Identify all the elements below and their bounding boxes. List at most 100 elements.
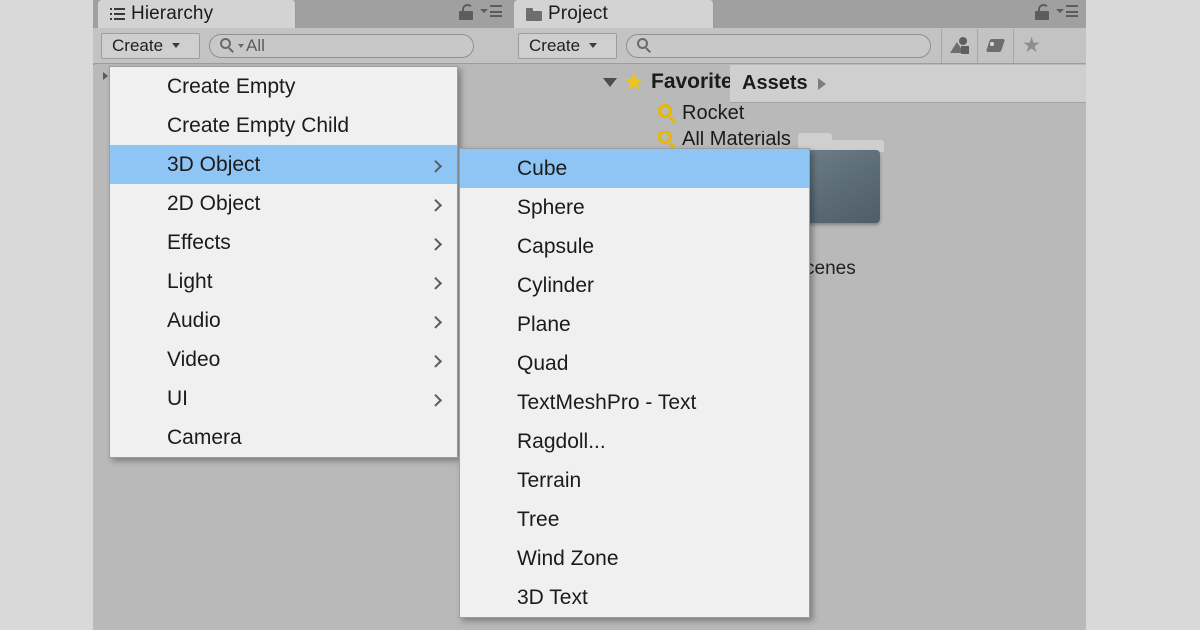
create-context-menu: Create Empty Create Empty Child 3D Objec… [109, 66, 458, 458]
search-magnifier-icon [220, 38, 235, 53]
submenu-item-label: Cube [517, 156, 568, 180]
submenu-item-label: Cylinder [517, 273, 595, 297]
submenu-item-quad[interactable]: Quad [460, 344, 809, 383]
project-search-input[interactable] [626, 33, 931, 58]
submenu-item-plane[interactable]: Plane [460, 305, 809, 344]
project-toolbar: Create ★ [510, 28, 1086, 64]
menu-item-label: Video [167, 347, 221, 371]
submenu-item-label: Capsule [517, 234, 595, 258]
tab-hierarchy-label: Hierarchy [131, 3, 214, 24]
saved-search-icon [658, 104, 677, 124]
submenu-item-sphere[interactable]: Sphere [460, 188, 809, 227]
hierarchy-create-button[interactable]: Create [101, 32, 200, 59]
hierarchy-tabstrip: Hierarchy [93, 0, 510, 28]
star-icon: ★ [622, 67, 646, 96]
hierarchy-search-input[interactable]: All [209, 33, 474, 58]
folder-front [802, 150, 880, 223]
menu-item-create-empty-child[interactable]: Create Empty Child [110, 106, 457, 145]
menu-item-label: 3D Object [167, 152, 261, 176]
menu-item-label: Effects [167, 230, 231, 254]
tab-project-label: Project [548, 3, 608, 24]
project-tree-all-materials-label: All Materials [682, 131, 791, 147]
project-tree-rocket-label: Rocket [682, 102, 745, 124]
dropdown-caret-icon [589, 43, 598, 48]
breadcrumb-item-assets[interactable]: Assets [742, 72, 808, 95]
hierarchy-search-value: All [246, 35, 265, 55]
asset-item-scenes[interactable] [798, 133, 888, 228]
tab-project[interactable]: Project [514, 0, 714, 28]
submenu-item-label: Wind Zone [517, 546, 619, 570]
menu-item-label: Light [167, 269, 213, 293]
chevron-right-icon [429, 237, 443, 251]
menu-item-3d-object[interactable]: 3D Object [110, 145, 457, 184]
lock-open-icon[interactable] [459, 4, 473, 20]
submenu-item-terrain[interactable]: Terrain [460, 461, 809, 500]
project-create-label: Create [529, 35, 581, 55]
submenu-item-label: 3D Text [517, 585, 588, 609]
project-tree-item-favorites[interactable]: ★ Favorites [510, 67, 744, 96]
submenu-item-cylinder[interactable]: Cylinder [460, 266, 809, 305]
saved-search-icon [658, 131, 677, 147]
screenshot-root: Hierarchy Create All Project Create ★ ★ … [0, 0, 1200, 630]
filter-by-type-icon [949, 36, 970, 55]
menu-item-video[interactable]: Video [110, 340, 457, 379]
submenu-item-ragdoll[interactable]: Ragdoll... [460, 422, 809, 461]
dropdown-caret-icon [172, 43, 181, 48]
menu-item-2d-object[interactable]: 2D Object [110, 184, 457, 223]
favorites-button[interactable]: ★ [1013, 28, 1049, 63]
menu-item-label: Create Empty Child [167, 113, 350, 137]
tab-hierarchy[interactable]: Hierarchy [98, 0, 296, 28]
chevron-right-icon [429, 393, 443, 407]
submenu-item-cube[interactable]: Cube [460, 149, 809, 188]
submenu-item-label: Terrain [517, 468, 582, 492]
submenu-item-label: Ragdoll... [517, 429, 606, 453]
menu-item-light[interactable]: Light [110, 262, 457, 301]
submenu-item-wind-zone[interactable]: Wind Zone [460, 539, 809, 578]
submenu-item-3d-text[interactable]: 3D Text [460, 578, 809, 617]
filter-by-type-button[interactable] [941, 28, 977, 63]
filter-by-label-button[interactable] [977, 28, 1013, 63]
project-tree-item-all-materials[interactable]: All Materials [510, 131, 791, 147]
hierarchy-tab-controls [459, 4, 502, 20]
hierarchy-create-label: Create [112, 35, 164, 55]
hierarchy-tree-caret-icon[interactable] [103, 72, 108, 80]
project-tabstrip: Project [510, 0, 1086, 28]
panel-options-menu-icon[interactable] [480, 5, 502, 19]
project-create-button[interactable]: Create [518, 32, 617, 59]
lock-open-icon[interactable] [1035, 4, 1049, 20]
chevron-right-icon [429, 159, 443, 173]
breadcrumb-arrow-icon[interactable] [817, 77, 826, 90]
submenu-item-label: Tree [517, 507, 560, 531]
menu-item-camera[interactable]: Camera [110, 418, 457, 457]
menu-item-ui[interactable]: UI [110, 379, 457, 418]
menu-item-effects[interactable]: Effects [110, 223, 457, 262]
menu-item-label: 2D Object [167, 191, 261, 215]
menu-item-audio[interactable]: Audio [110, 301, 457, 340]
menu-item-label: Create Empty [167, 74, 296, 98]
submenu-item-capsule[interactable]: Capsule [460, 227, 809, 266]
project-tree-item-rocket[interactable]: Rocket [510, 102, 744, 125]
search-magnifier-icon [637, 38, 652, 53]
project-tab-controls [1035, 4, 1078, 20]
triangle-down-icon[interactable] [603, 77, 617, 87]
asset-item-scenes-label: cenes [805, 258, 856, 279]
filter-by-label-icon [985, 38, 1006, 54]
panel-options-menu-icon[interactable] [1056, 5, 1078, 19]
chevron-right-icon [429, 315, 443, 329]
chevron-right-icon [429, 354, 443, 368]
favorites-star-icon: ★ [1022, 34, 1041, 57]
submenu-item-textmeshpro-text[interactable]: TextMeshPro - Text [460, 383, 809, 422]
chevron-right-icon [429, 276, 443, 290]
search-filter-caret-icon[interactable] [238, 43, 244, 48]
hierarchy-toolbar: Create All [93, 28, 510, 64]
menu-item-label: Camera [167, 425, 242, 449]
submenu-item-label: Sphere [517, 195, 585, 219]
menu-item-label: Audio [167, 308, 221, 332]
submenu-item-label: Plane [517, 312, 571, 336]
submenu-item-label: TextMeshPro - Text [517, 390, 697, 414]
folder-icon [526, 7, 542, 21]
submenu-item-tree[interactable]: Tree [460, 500, 809, 539]
menu-item-create-empty[interactable]: Create Empty [110, 67, 457, 106]
chevron-right-icon [429, 198, 443, 212]
3d-object-submenu: Cube Sphere Capsule Cylinder Plane Quad … [459, 148, 810, 618]
